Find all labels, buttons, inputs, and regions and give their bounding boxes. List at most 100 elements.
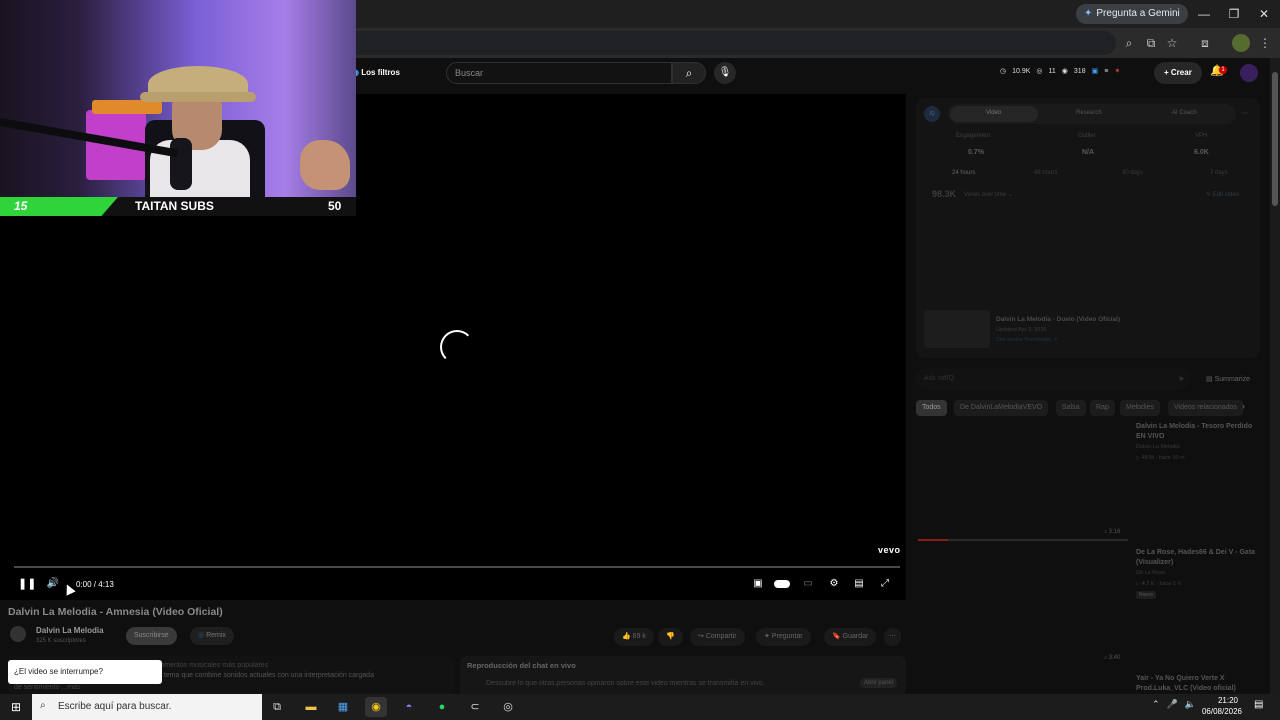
spotify-icon[interactable]: ●: [431, 697, 453, 717]
chip-salsa[interactable]: Salsa: [1056, 400, 1086, 416]
description-more[interactable]: de sentimiento ...más: [14, 684, 81, 691]
store-icon[interactable]: ▦: [332, 697, 354, 717]
similar-thumbnails-link[interactable]: See similar thumbnails ↗: [996, 337, 1057, 343]
like-button[interactable]: 👍 69 k: [614, 628, 654, 646]
dislike-button[interactable]: 👎: [658, 628, 683, 646]
search-input[interactable]: Buscar: [446, 62, 672, 84]
video-title: Dalvin La Melodia - Amnesia (Video Ofici…: [8, 606, 223, 618]
filters-button[interactable]: ◉ Los filtros: [352, 64, 400, 82]
zoom-icon[interactable]: ⌕: [1120, 34, 1138, 52]
related-thumbnail[interactable]: [924, 310, 990, 348]
views-over-time-dropdown[interactable]: Views over time ⌄: [964, 191, 1013, 198]
rec-title[interactable]: De La Rose, Hades66 & Dei V - Gata (Visu…: [1136, 548, 1260, 568]
close-button[interactable]: ✕: [1254, 5, 1274, 23]
tray-chevron-icon[interactable]: ⌃: [1152, 699, 1160, 710]
file-explorer-icon[interactable]: ▬: [300, 697, 322, 717]
notification-center-icon[interactable]: ▤: [1254, 699, 1263, 710]
save-button[interactable]: 🔖 Guardar: [824, 628, 877, 646]
create-button[interactable]: + Crear: [1154, 62, 1202, 84]
related-date: Updated Apr 9, 2025: [996, 327, 1047, 333]
fullscreen-icon[interactable]: ⤢: [877, 577, 893, 591]
subs-current: 15: [14, 199, 28, 213]
chip-related[interactable]: Videos relacionados: [1168, 400, 1243, 416]
share-button[interactable]: ↪ Compartir: [690, 628, 745, 646]
clock-time[interactable]: 21:20: [1212, 696, 1244, 705]
open-panel-button[interactable]: Abrir panel: [860, 678, 898, 688]
extensions-icon[interactable]: ⧈: [1196, 34, 1214, 52]
ask-vidiq-input[interactable]: [916, 368, 1190, 390]
rec-channel[interactable]: Dalvin La Melodia: [1136, 444, 1180, 450]
scrollbar-thumb[interactable]: [1272, 72, 1278, 206]
clock-date[interactable]: 06/08/2026: [1201, 707, 1243, 716]
clock-icon: ◷: [1000, 68, 1007, 75]
obs-icon[interactable]: ◎: [497, 697, 519, 717]
microphone-icon[interactable]: 🎤: [1167, 699, 1178, 710]
range-tab[interactable]: 30 days: [1122, 170, 1143, 176]
vidiq-menu-icon[interactable]: ⋯: [1242, 110, 1248, 117]
interruption-toast[interactable]: ¿El video se interrumpe?: [8, 660, 162, 684]
bookmark-star-icon[interactable]: ☆: [1163, 34, 1181, 52]
rec-thumbnail[interactable]: [918, 420, 1128, 538]
range-tab[interactable]: 48 hours: [1034, 170, 1057, 176]
settings-gear-icon[interactable]: ⚙: [826, 577, 842, 591]
summarize-button[interactable]: ▤ Summarize: [1206, 375, 1250, 383]
channel-avatar[interactable]: [10, 626, 26, 642]
channel-subscribers: 325 K suscriptores: [36, 638, 86, 644]
chip-melodies[interactable]: Melodies: [1120, 400, 1161, 416]
save-label: Guardar: [842, 633, 869, 640]
search-icon[interactable]: ⌕: [672, 62, 706, 84]
chip-rap[interactable]: Rap: [1090, 400, 1115, 416]
channel-name[interactable]: Dalvin La Melodia: [36, 626, 104, 635]
profile-icon[interactable]: [1232, 34, 1250, 52]
tab-ai-coach[interactable]: AI Coach: [1172, 110, 1197, 116]
cam-hand: [300, 140, 350, 190]
chevron-right-icon[interactable]: ›: [1242, 401, 1245, 411]
taskbar-search-input[interactable]: Escribe aquí para buscar.: [32, 694, 262, 720]
autoplay-toggle[interactable]: [774, 580, 790, 588]
chip-channel[interactable]: De DalvinLaMelodiaVEVO: [954, 400, 1049, 416]
vidiq-ext-icon[interactable]: ▣: [1092, 66, 1099, 78]
pause-icon[interactable]: ❚❚: [18, 577, 36, 591]
rec-duration-text: 3:40: [1108, 655, 1121, 661]
tab-research[interactable]: Research: [1076, 110, 1102, 116]
theater-mode-icon[interactable]: ▤: [851, 577, 867, 591]
related-title[interactable]: Dalvin La Melodia - Duelo (Video Oficial…: [996, 316, 1120, 323]
minimize-button[interactable]: —: [1194, 5, 1214, 23]
microphone-icon[interactable]: 🎙: [714, 62, 736, 84]
discord-icon[interactable]: ◓: [398, 697, 420, 717]
menu-lines-icon[interactable]: ≡: [1104, 66, 1108, 78]
task-view-icon[interactable]: ⧉: [266, 697, 288, 717]
account-avatar[interactable]: [1240, 64, 1258, 82]
progress-bar[interactable]: [14, 566, 900, 568]
range-tab[interactable]: 7 days: [1210, 170, 1228, 176]
range-tab[interactable]: 24 hours: [952, 170, 975, 176]
tab-video[interactable]: Video: [986, 110, 1001, 116]
edit-video-link[interactable]: ✎ Edit video: [1206, 191, 1239, 198]
filters-label: Los filtros: [361, 68, 400, 77]
address-bar[interactable]: [356, 31, 1116, 55]
browser-menu-icon[interactable]: ⋮: [1256, 34, 1274, 52]
volume-icon[interactable]: 🔊: [46, 577, 60, 591]
ask-button[interactable]: ✦ Preguntar: [756, 628, 811, 646]
cast-icon[interactable]: ⧉: [1142, 34, 1160, 52]
gemini-button[interactable]: ✦ Pregunta a Gemini: [1076, 4, 1188, 24]
subscribe-button[interactable]: Suscribirse: [126, 627, 177, 645]
extension-icon[interactable]: ✶: [1114, 66, 1120, 78]
chip-all[interactable]: Todos: [916, 400, 947, 416]
remix-button[interactable]: ◎ Remix: [190, 627, 234, 645]
chat-replay-description: Descubre lo que otras personas opinaron …: [486, 680, 765, 687]
loading-spinner-icon: [440, 330, 474, 364]
speaker-icon[interactable]: 🔈: [1185, 699, 1196, 710]
subtitles-icon[interactable]: ▭: [800, 577, 816, 591]
rec-title[interactable]: Dalvin La Melodia - Tesoro Perdido EN VI…: [1136, 422, 1260, 442]
vidiq-player-icon[interactable]: ▣: [750, 577, 766, 591]
subs-goal: 50: [328, 199, 342, 213]
windows-start-icon[interactable]: ⊞: [8, 699, 24, 715]
send-icon[interactable]: ➤: [1178, 374, 1185, 383]
capcut-icon[interactable]: ⊂: [464, 697, 486, 717]
restore-button[interactable]: ❐: [1224, 5, 1244, 23]
rec-channel[interactable]: De La Rose: [1136, 570, 1165, 576]
chrome-icon[interactable]: ◉: [365, 697, 387, 717]
more-actions-icon[interactable]: ⋯: [884, 628, 901, 646]
rec-title[interactable]: Yair - Ya No Quiero Verte X Prod.Luka_VL…: [1136, 674, 1260, 694]
